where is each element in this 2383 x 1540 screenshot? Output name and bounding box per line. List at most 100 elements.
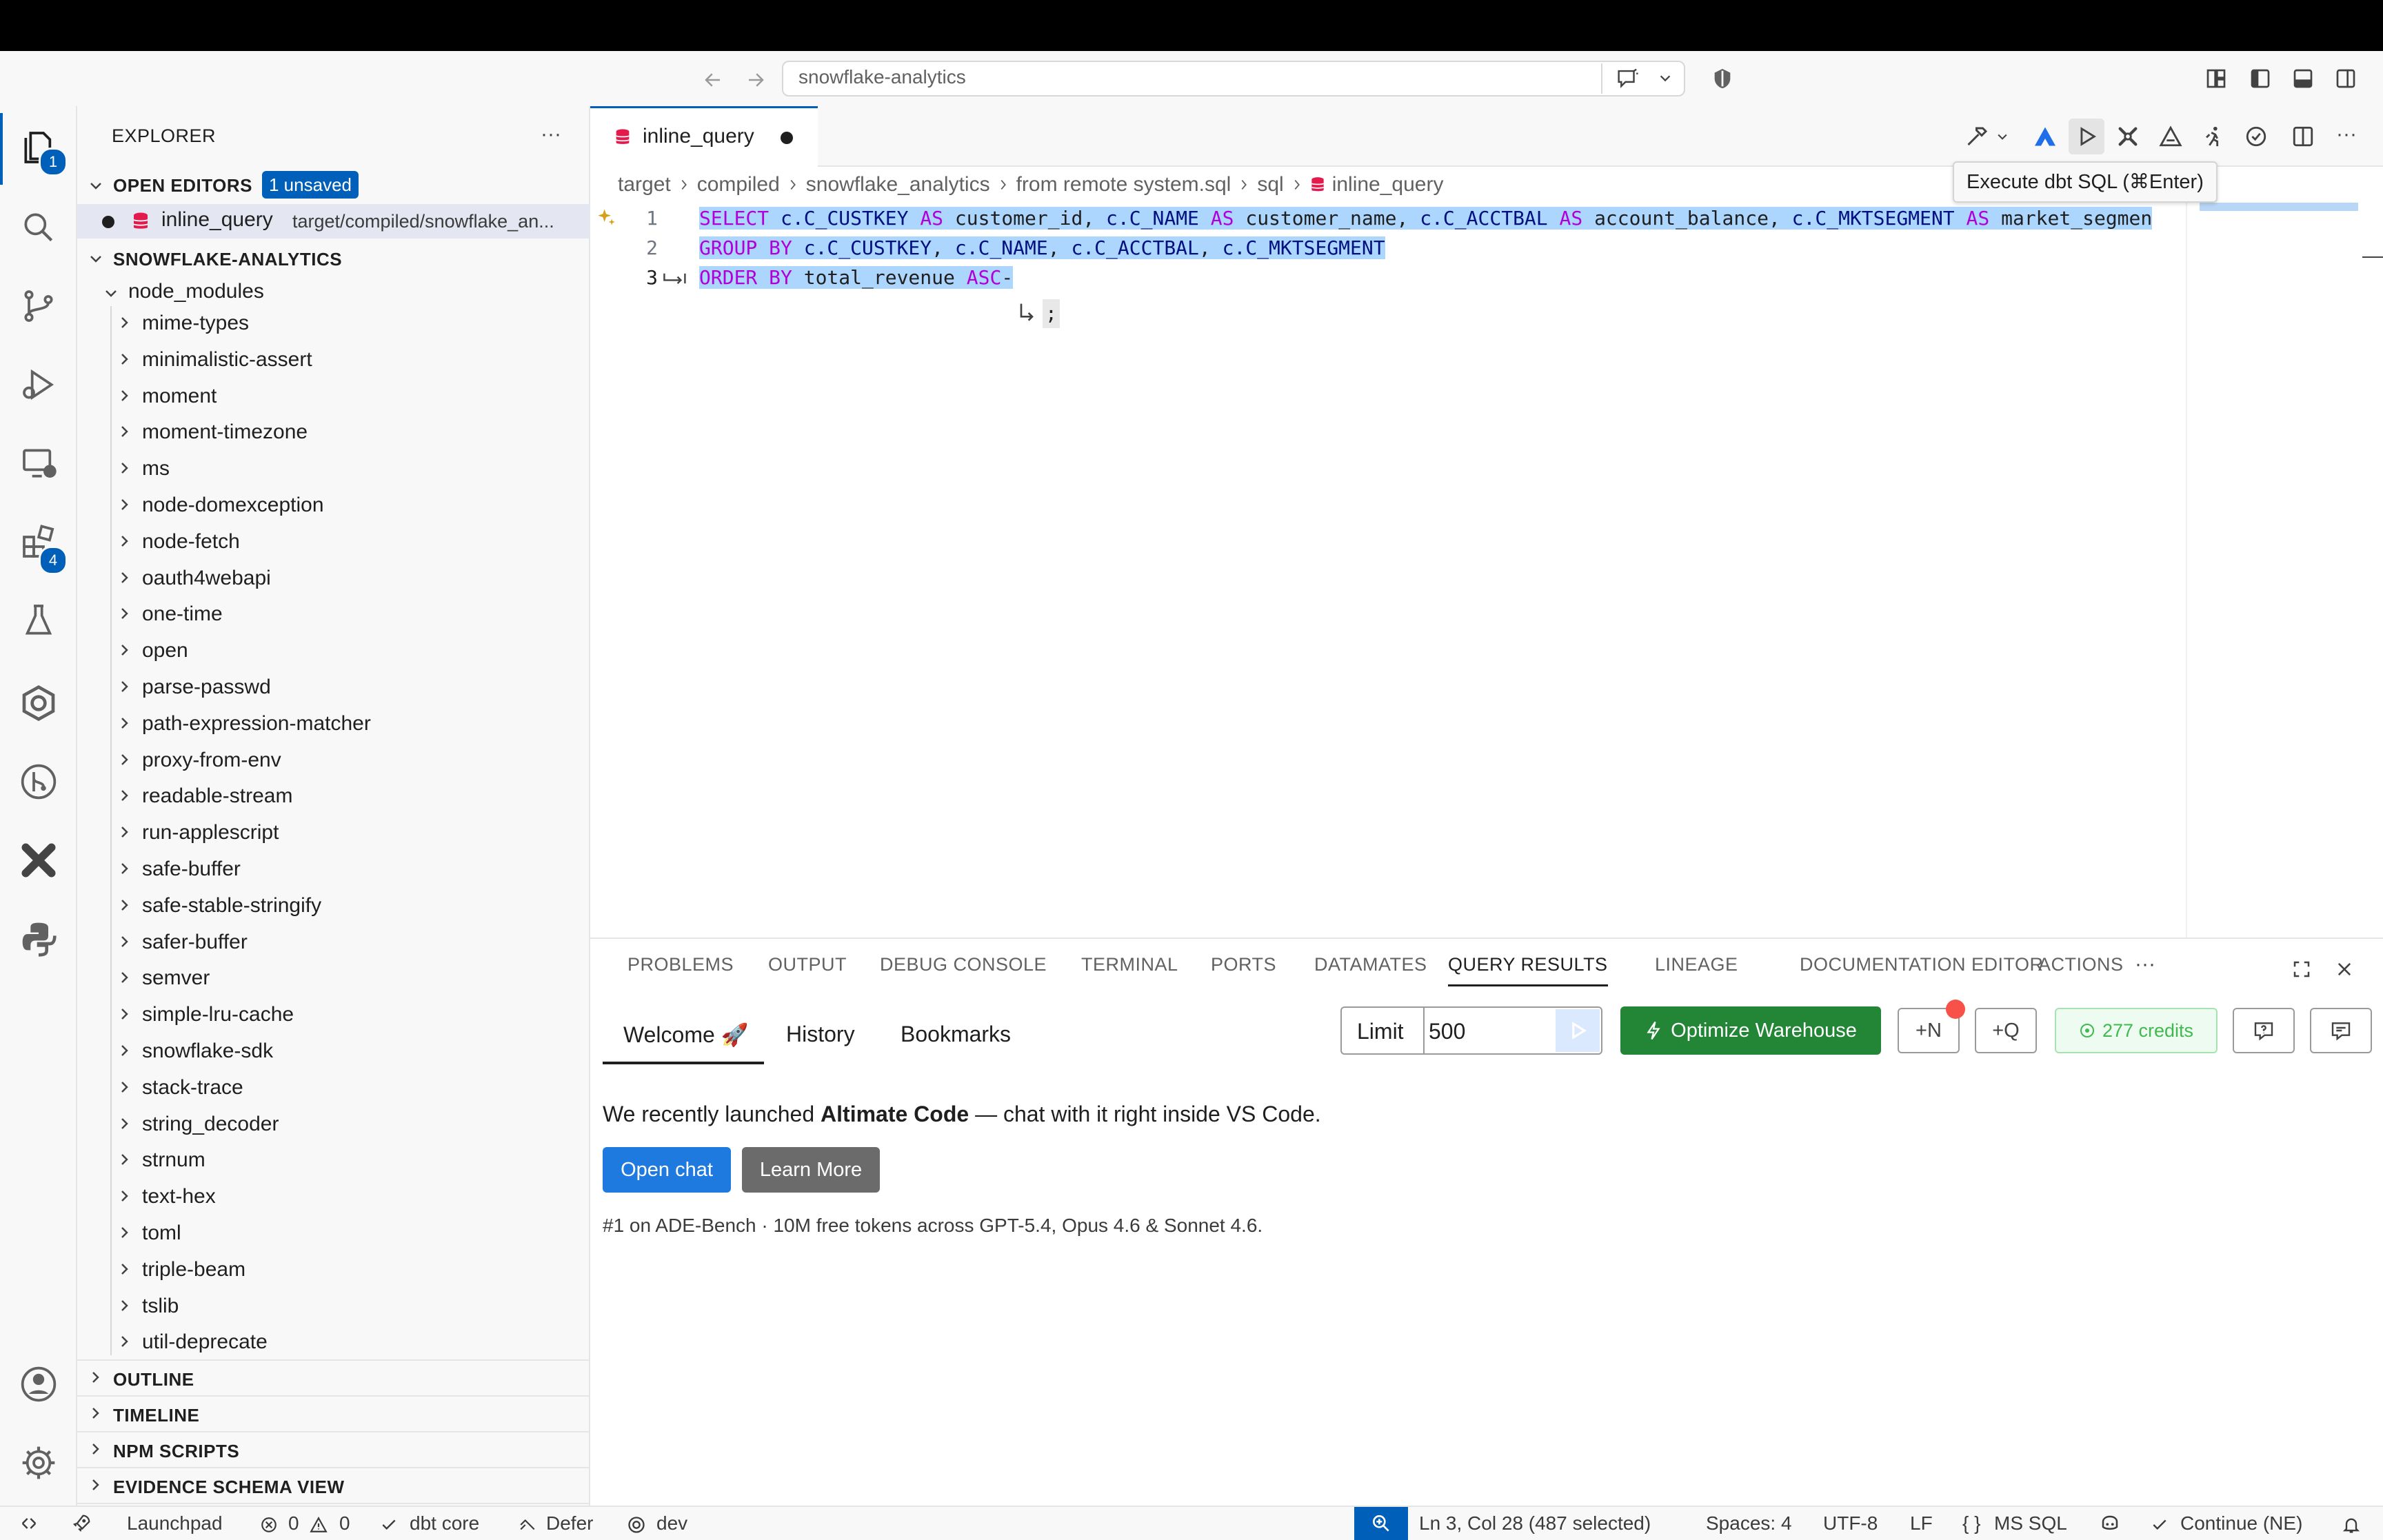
code-line[interactable]: ORDER BY total_revenue ASC- [699,263,1014,292]
tree-item[interactable]: stack-trace [77,1071,590,1106]
tree-item[interactable]: triple-beam [77,1253,590,1288]
tree-item[interactable]: path-expression-matcher [77,707,590,742]
tree-item[interactable]: node-fetch [77,525,590,560]
limit-input[interactable]: 500 [1429,1019,1465,1044]
chevron-right-icon[interactable] [116,314,134,332]
chevron-right-icon[interactable] [116,460,134,478]
tree-item[interactable]: one-time [77,597,590,633]
tree-item[interactable]: minimalistic-assert [77,343,590,378]
chevron-down-icon[interactable] [86,175,106,196]
tree-item[interactable]: strnum [77,1143,590,1179]
code-line[interactable]: GROUP BY c.C_CUSTKEY, c.C_NAME, c.C_ACCT… [699,234,1385,263]
optimize-warehouse-button[interactable]: Optimize Warehouse [1620,1006,1881,1055]
tree-item[interactable]: snowflake-sdk [77,1034,590,1070]
unsaved-dot-icon[interactable] [781,132,793,144]
learn-more-button[interactable]: Learn More [742,1147,880,1193]
remote-explorer-icon[interactable] [15,440,62,487]
toggle-primary-sidebar-icon[interactable] [2245,63,2275,94]
chevron-right-icon[interactable] [116,1151,134,1169]
tree-item[interactable]: safe-buffer [77,852,590,888]
subtab-1[interactable]: History [786,1022,855,1059]
dbt-core-status[interactable]: dbt core [410,1510,479,1537]
tree-item[interactable]: ms [77,452,590,487]
breadcrumb-item[interactable]: target [618,173,671,196]
open-editors-header[interactable]: OPEN EDITORS [113,175,252,196]
tree-folder-node-modules[interactable]: node_modules [128,280,264,303]
chevron-right-icon[interactable] [116,387,134,405]
chevron-right-icon[interactable] [116,1297,134,1315]
tree-item[interactable]: oauth4webapi [77,561,590,597]
copilot-icon[interactable] [2096,1511,2124,1536]
chevron-right-icon[interactable] [116,933,134,951]
tree-item[interactable]: toml [77,1216,590,1252]
warning-icon[interactable] [308,1514,330,1536]
chevron-right-icon[interactable] [116,860,134,878]
zoom-search-icon[interactable] [1354,1507,1408,1540]
sidebar-section-npm-scripts[interactable]: NPM SCRIPTS [77,1432,590,1468]
panel-tab-documentation-editor[interactable]: DOCUMENTATION EDITOR [1800,954,2044,984]
credits-badge[interactable]: 277 credits [2055,1008,2218,1053]
chevron-right-icon[interactable] [116,1333,134,1351]
target-status[interactable]: dev [656,1510,687,1537]
tree-item[interactable]: parse-passwd [77,670,590,706]
tree-item[interactable]: safe-stable-stringify [77,889,590,924]
tree-item[interactable]: moment-timezone [77,415,590,451]
check-circle-icon[interactable] [2241,121,2271,152]
more-actions-icon[interactable]: ··· [2135,953,2155,976]
encoding-status[interactable]: UTF-8 [1823,1510,1878,1537]
forward-arrow-icon[interactable] [742,66,770,94]
chevron-right-icon[interactable] [116,824,134,842]
tree-item[interactable]: node-domexception [77,488,590,524]
launchpad-status[interactable]: Launchpad [127,1510,223,1537]
language-mode[interactable]: MS SQL [1994,1510,2067,1537]
breadcrumb-item[interactable]: snowflake_analytics [806,173,990,196]
altimate-icon[interactable] [2030,121,2060,152]
panel-tab-debug-console[interactable]: DEBUG CONSOLE [880,954,1047,984]
feedback-button[interactable] [2310,1008,2372,1053]
more-actions-icon[interactable]: ··· [2336,123,2357,146]
code-area[interactable]: SELECT c.C_CUSTKEY AS customer_id, c.C_N… [699,204,2197,301]
git-graph-icon[interactable] [15,758,62,805]
error-count[interactable]: 0 [288,1510,299,1537]
subtab-2[interactable]: Bookmarks [901,1022,1011,1059]
chevron-right-icon[interactable] [116,751,134,769]
panel-tab-datamates[interactable]: DATAMATES [1314,954,1427,984]
tree-item[interactable]: util-deprecate [77,1325,590,1361]
close-panel-icon[interactable] [2331,955,2358,983]
cursor-position[interactable]: Ln 3, Col 28 (487 selected) [1419,1510,1651,1537]
chevron-right-icon[interactable] [116,569,134,587]
help-button[interactable] [2233,1008,2295,1053]
remote-indicator-icon[interactable] [15,1511,43,1536]
execute-dbt-sql-button[interactable] [2069,119,2104,154]
chevron-down-icon[interactable] [101,283,121,303]
tree-item[interactable]: open [77,634,590,669]
chevron-right-icon[interactable] [116,1224,134,1242]
braces-icon[interactable]: { } [1962,1510,1980,1537]
tree-item[interactable]: safer-buffer [77,925,590,961]
manage-gear-icon[interactable] [15,1439,62,1486]
breadcrumb-item[interactable]: inline_query [1332,173,1444,196]
unsaved-dot-icon[interactable] [102,216,114,228]
chevron-right-icon[interactable] [116,423,134,441]
maximize-panel-icon[interactable] [2288,955,2315,983]
accounts-icon[interactable] [15,1361,62,1408]
chevron-right-icon[interactable] [116,1261,134,1279]
run-limit-play-icon[interactable] [1556,1009,1600,1052]
query-explain-icon[interactable] [2155,121,2186,152]
subtab-0[interactable]: Welcome 🚀 [623,1022,749,1059]
chevron-right-icon[interactable] [116,605,134,623]
tree-item[interactable]: run-applescript [77,815,590,851]
customize-layout-icon[interactable] [2201,63,2231,94]
tree-item[interactable]: simple-lru-cache [77,997,590,1033]
chevron-right-icon[interactable] [116,351,134,369]
chevron-down-icon[interactable] [86,248,106,269]
panel-tab-terminal[interactable]: TERMINAL [1081,954,1178,984]
continue-status[interactable]: Continue (NE) [2180,1510,2302,1537]
chevron-right-icon[interactable] [116,969,134,987]
chevron-right-icon[interactable] [116,1115,134,1133]
breadcrumb-item[interactable]: from remote system.sql [1016,173,1231,196]
chevron-right-icon[interactable] [116,787,134,805]
search-icon[interactable] [15,204,62,251]
tree-item[interactable]: text-hex [77,1179,590,1215]
panel-tab-actions[interactable]: ACTIONS [2038,954,2124,984]
